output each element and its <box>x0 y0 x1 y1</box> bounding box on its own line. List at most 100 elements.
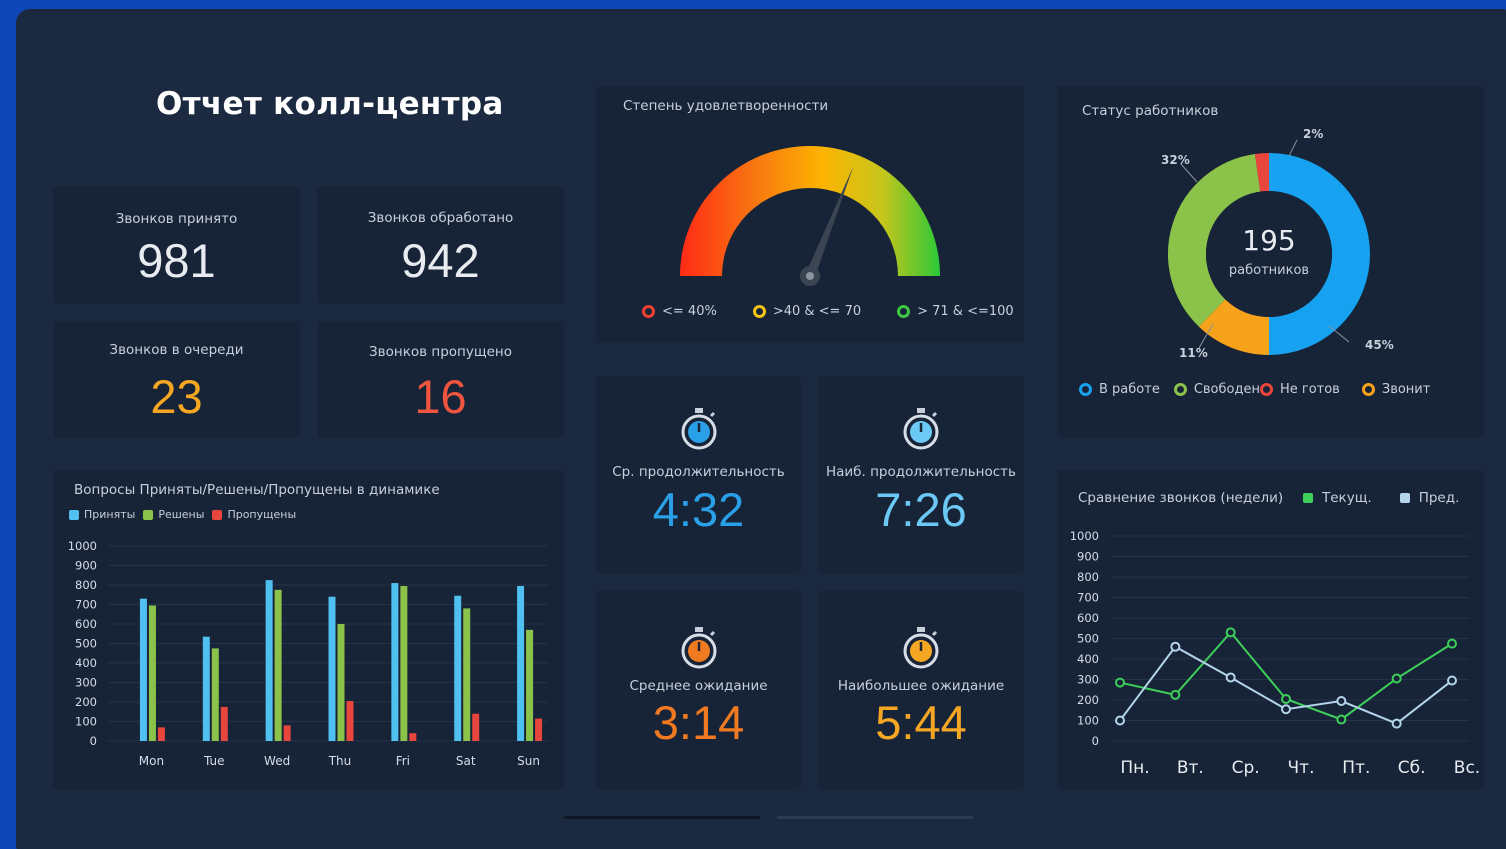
gauge-legend-label: > 71 & <=100 <box>917 304 1014 319</box>
y-tick-label: 200 <box>1077 693 1099 707</box>
donut-center-label: работников <box>1229 263 1309 278</box>
bar <box>157 727 165 741</box>
bar-chart: 10009008007006005004003002001000Mon Tue We… <box>68 539 548 768</box>
x-tick-label: Wed <box>264 754 290 768</box>
pie-legend-item: В работе <box>1079 382 1160 397</box>
series-point <box>1115 677 1125 688</box>
x-tick-label: Пн. <box>1120 758 1149 778</box>
stopwatch-icon <box>903 627 939 669</box>
kpi-value: 16 <box>414 370 467 423</box>
slice-leader-line <box>1328 325 1350 343</box>
needle-hub-center <box>806 272 814 280</box>
y-tick-label: 700 <box>75 598 97 612</box>
series-point <box>1447 675 1457 686</box>
bar <box>391 583 399 741</box>
bar <box>346 701 354 741</box>
page-indicator-active[interactable] <box>564 816 760 819</box>
kpi-value: 942 <box>401 234 480 287</box>
stopwatch-icon <box>681 627 716 669</box>
timer-label: Наибольшее ожидание <box>837 678 1005 694</box>
page-indicator[interactable] <box>777 816 973 819</box>
timer-value: 3:14 <box>652 696 745 749</box>
series-point <box>1225 627 1236 638</box>
x-tick-label: Mon <box>139 754 164 768</box>
x-tick-label: Сб. <box>1398 758 1426 778</box>
timer-value: 7:26 <box>875 483 967 536</box>
series-point <box>1281 693 1291 704</box>
y-tick-label: 100 <box>1077 714 1099 728</box>
timer-value: 4:32 <box>652 483 745 536</box>
donut-center-value: 195 <box>1242 224 1295 257</box>
bar <box>328 596 336 741</box>
series-point <box>1336 696 1347 707</box>
kpi-card-handled: Звонков обработано 942 <box>317 187 564 304</box>
bar <box>265 580 273 741</box>
pie-legend-label: В работе <box>1099 382 1160 397</box>
slice-label: 32% <box>1161 153 1190 167</box>
x-tick-label: Thu <box>328 754 352 768</box>
y-tick-label: 600 <box>1077 611 1099 625</box>
series-point <box>1336 714 1347 725</box>
gauge-legend-item: > 71 & <=100 <box>897 304 1014 319</box>
pie-legend-item: Не готов <box>1259 382 1340 397</box>
line-chart: 10009008007006005004003002001000Пн. Вт. Ср… <box>1070 529 1480 778</box>
pie-legend-label: Звонит <box>1381 382 1431 397</box>
x-tick-label: Чт. <box>1288 758 1315 778</box>
bar <box>211 648 219 741</box>
y-tick-label: 500 <box>1077 632 1099 646</box>
y-tick-label: 0 <box>90 734 97 748</box>
kpi-card-missed: Звонков пропущено 16 <box>317 321 564 438</box>
kpi-label: Звонков обработано <box>367 210 514 226</box>
y-tick-label: 900 <box>1077 550 1099 564</box>
y-tick-label: 400 <box>75 656 97 670</box>
ring-icon <box>1079 383 1092 396</box>
gauge-arc <box>680 146 940 276</box>
y-tick-label: 100 <box>75 715 97 729</box>
slice-label: 11% <box>1179 346 1208 360</box>
y-tick-label: 0 <box>1092 734 1099 748</box>
bar <box>409 733 417 741</box>
bar <box>517 585 525 741</box>
pie-legend-item: Свободен <box>1173 382 1260 397</box>
bar <box>337 624 345 741</box>
y-tick-label: 300 <box>1077 673 1099 687</box>
series-point <box>1281 704 1291 715</box>
kpi-value: 981 <box>137 234 216 287</box>
x-tick-label: Вт. <box>1177 758 1204 778</box>
stopwatch-icon <box>903 408 939 450</box>
slice-leader-line <box>1288 139 1298 157</box>
y-tick-label: 700 <box>1077 591 1099 605</box>
x-tick-label: Sat <box>456 754 476 768</box>
bar <box>454 595 462 741</box>
y-tick-label: 800 <box>1077 570 1099 584</box>
bar <box>202 636 210 741</box>
timer-value: 5:44 <box>875 696 967 749</box>
timer-card-max-duration: Наиб. продолжительность 7:26 <box>818 376 1024 573</box>
y-tick-label: 300 <box>75 676 97 690</box>
bar <box>148 605 156 741</box>
series-point <box>1225 672 1236 683</box>
kpi-label: Звонков принято <box>115 211 238 227</box>
kpi-label: Звонков пропущено <box>369 344 512 360</box>
gauge-legend-item: >40 & <= 70 <box>752 304 862 319</box>
gauge-card: Степень удовлетворенности <= 40% >40 & <=… <box>596 86 1024 343</box>
y-tick-label: 500 <box>75 637 97 651</box>
bar <box>139 598 147 741</box>
x-tick-label: Вс. <box>1454 758 1480 778</box>
y-tick-label: 600 <box>75 617 97 631</box>
page-title: Отчет колл-центра <box>156 86 504 122</box>
ring-icon <box>897 305 911 318</box>
series-point <box>1170 641 1181 652</box>
series-point <box>1391 673 1402 684</box>
kpi-card-received: Звонков принято 981 <box>53 187 300 304</box>
x-tick-label: Sun <box>517 754 540 768</box>
x-tick-label: Tue <box>203 754 225 768</box>
series-point <box>1391 718 1402 729</box>
gauge-legend-label: >40 & <= 70 <box>772 304 862 319</box>
kpi-card-queued: Звонков в очереди 23 <box>53 321 300 438</box>
bar <box>274 589 282 741</box>
timer-card-avg-duration: Ср. продолжительность 4:32 <box>596 376 801 573</box>
ring-icon <box>1361 383 1375 396</box>
bar-chart-card: Вопросы Приняты/Решены/Пропущены в динам… <box>53 470 564 789</box>
y-tick-label: 200 <box>75 695 97 709</box>
